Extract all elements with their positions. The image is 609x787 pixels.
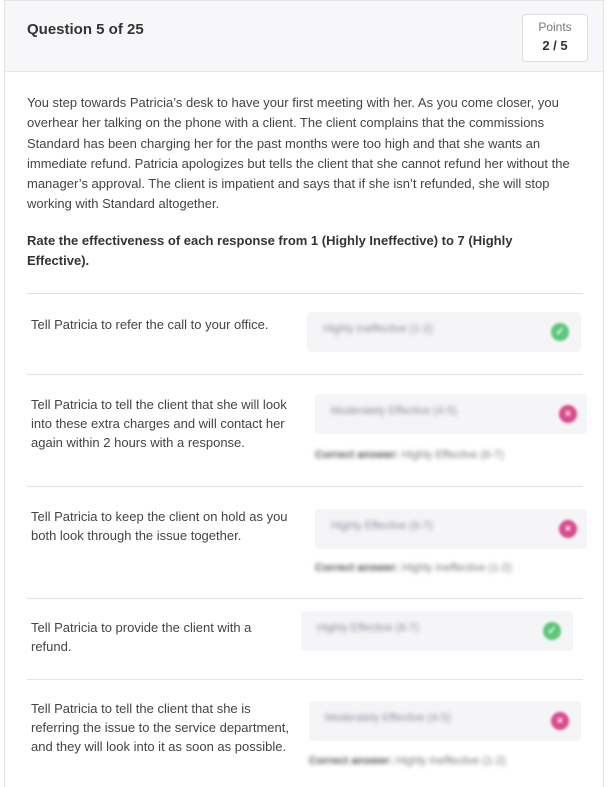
question-header: Question 5 of 25 Points 2 / 5: [5, 1, 603, 72]
points-box: Points 2 / 5: [522, 14, 588, 62]
answer-select-4[interactable]: Highly Effective (6-7) ✓: [301, 611, 573, 651]
correct-answer-value: Highly Ineffective (1-2): [395, 755, 506, 767]
check-circle-icon: ✓: [543, 622, 561, 640]
x-circle-icon: ×: [559, 405, 577, 423]
response-text-2: Tell Patricia to tell the client that sh…: [31, 397, 287, 450]
answer-value-3: Highly Effective (6-7): [331, 520, 433, 532]
scenario-text: You step towards Patricia’s desk to have…: [27, 95, 570, 212]
response-text-3: Tell Patricia to keep the client on hold…: [31, 509, 288, 543]
divider: [27, 374, 583, 375]
answer-select-5[interactable]: Moderately Effective (4-5) ×: [309, 701, 581, 741]
response-text-5: Tell Patricia to tell the client that sh…: [31, 701, 289, 754]
question-number: Question 5 of 25: [27, 21, 144, 38]
points-label: Points: [538, 20, 572, 34]
question-card: Question 5 of 25 Points 2 / 5 You step t…: [4, 0, 604, 787]
x-circle-icon: ×: [551, 712, 569, 730]
answer-select-3[interactable]: Highly Effective (6-7) ×: [315, 509, 587, 549]
divider: [27, 293, 583, 294]
answer-select-2[interactable]: Moderately Effective (4-5) ×: [315, 394, 587, 434]
response-text-4: Tell Patricia to provide the client with…: [31, 620, 252, 654]
divider: [27, 598, 583, 599]
answer-value-4: Highly Effective (6-7): [317, 622, 419, 634]
correct-answer-2: Correct answer: Highly Effective (6-7): [315, 449, 504, 461]
correct-answer-label: Correct answer:: [315, 449, 399, 461]
divider: [27, 486, 583, 487]
correct-answer-5: Correct answer: Highly Ineffective (1-2): [309, 755, 506, 767]
answer-select-1[interactable]: Highly Ineffective (1-2) ✓: [307, 312, 581, 352]
instruction-text: Rate the effectiveness of each response …: [27, 233, 513, 268]
answer-value-1: Highly Ineffective (1-2): [323, 323, 433, 335]
x-circle-icon: ×: [559, 520, 577, 538]
points-value: 2 / 5: [542, 38, 568, 53]
response-text-1: Tell Patricia to refer the call to your …: [31, 317, 269, 332]
correct-answer-value: Highly Ineffective (1-2): [401, 562, 512, 574]
correct-answer-label: Correct answer:: [315, 562, 399, 574]
answer-value-2: Moderately Effective (4-5): [331, 405, 457, 417]
divider: [27, 679, 583, 680]
correct-answer-label: Correct answer:: [309, 755, 393, 767]
answer-value-5: Moderately Effective (4-5): [325, 712, 451, 724]
correct-answer-value: Highly Effective (6-7): [401, 449, 504, 461]
check-circle-icon: ✓: [551, 323, 569, 341]
correct-answer-3: Correct answer: Highly Ineffective (1-2): [315, 562, 512, 574]
